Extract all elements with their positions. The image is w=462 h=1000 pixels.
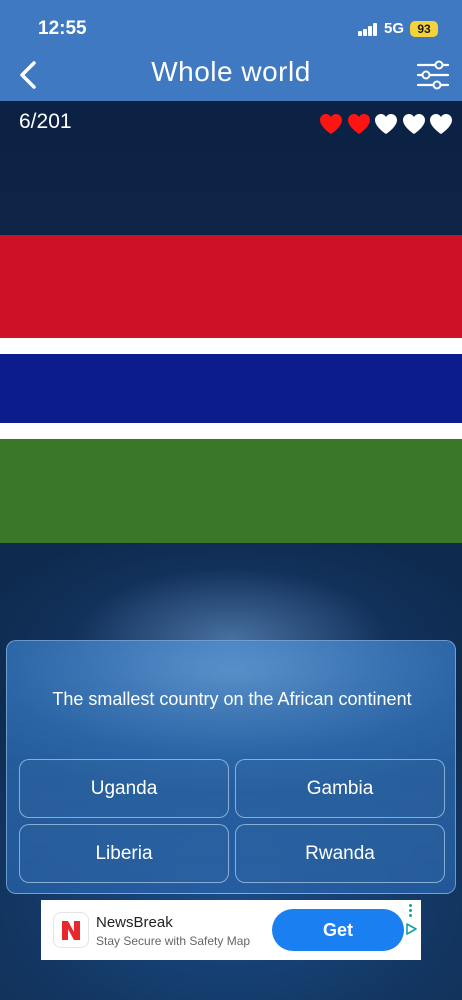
battery-indicator: 93: [410, 21, 438, 37]
heart-full-icon: [346, 112, 372, 136]
status-time: 12:55: [38, 18, 87, 39]
signal-icon: [358, 23, 378, 36]
back-button[interactable]: [14, 58, 44, 92]
flag-stripe-white: [0, 423, 462, 439]
flag-stripe-red: [0, 235, 462, 338]
status-bar: 12:55 5G 93: [0, 0, 462, 50]
newsbreak-logo: [53, 912, 89, 948]
flag-stripe-blue: [0, 354, 462, 423]
heart-full-icon: [318, 112, 344, 136]
flag-stripe-white: [0, 338, 462, 354]
lives-indicator: [318, 112, 458, 136]
answer-option-gambia[interactable]: Gambia: [235, 759, 445, 818]
answer-option-rwanda[interactable]: Rwanda: [235, 824, 445, 883]
chevron-left-icon: [20, 61, 36, 89]
flag-stripe-green: [0, 439, 462, 543]
ad-app-name: NewsBreak: [96, 914, 173, 931]
ad-tagline: Stay Secure with Safety Map: [96, 934, 251, 948]
ad-banner[interactable]: NewsBreak Stay Secure with Safety Map Ge…: [41, 900, 421, 960]
question-progress: 6/201: [19, 110, 72, 133]
more-options-icon[interactable]: [407, 904, 415, 918]
quiz-card: The smallest country on the African cont…: [6, 640, 456, 894]
nav-bar: Whole world: [0, 50, 462, 101]
page-title: Whole world: [151, 56, 311, 87]
heart-empty-icon: [373, 112, 399, 136]
app-screen: 12:55 5G 93 Whole world 6/201 The smalle…: [0, 0, 462, 1000]
question-text: The smallest country on the African cont…: [52, 689, 412, 709]
sliders-icon: [416, 60, 450, 90]
answer-option-liberia[interactable]: Liberia: [19, 824, 229, 883]
flag-image: [0, 235, 462, 543]
answer-option-uganda[interactable]: Uganda: [19, 759, 229, 818]
heart-empty-icon: [401, 112, 427, 136]
filter-button[interactable]: [416, 60, 450, 90]
ad-get-button[interactable]: Get: [272, 909, 404, 951]
adchoices-icon[interactable]: [404, 922, 418, 936]
network-type: 5G: [384, 20, 405, 37]
heart-empty-icon: [428, 112, 454, 136]
